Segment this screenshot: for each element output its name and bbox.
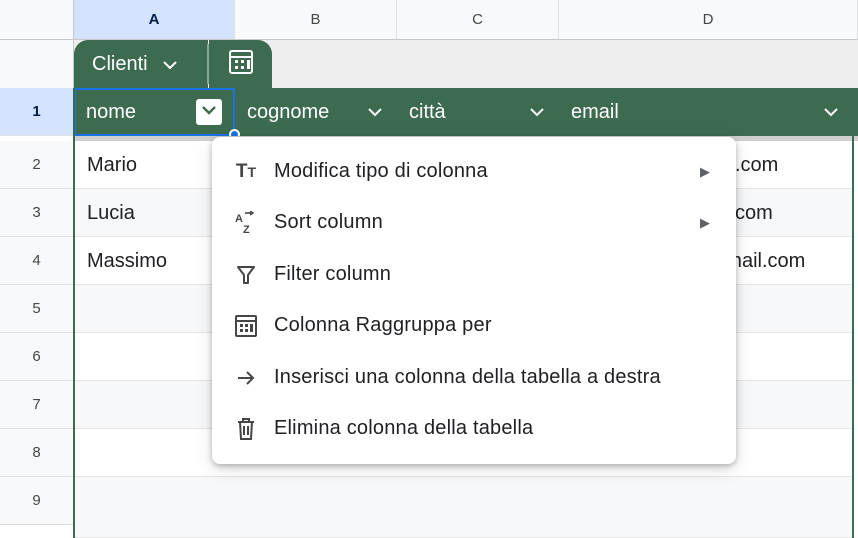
menu-item-edit-column-type[interactable]: TT Modifica tipo di colonna ▶ — [212, 146, 736, 197]
column-menu-button[interactable] — [196, 99, 222, 125]
chevron-down-icon — [201, 103, 217, 121]
menu-item-label: Modifica tipo di colonna — [274, 160, 488, 182]
cell-email[interactable]: com — [735, 189, 852, 237]
group-by-icon — [232, 313, 260, 339]
table-calculator-icon — [227, 48, 255, 81]
table-column-email[interactable]: email — [559, 88, 853, 136]
row-number: 1 — [32, 103, 41, 120]
row-header-7[interactable]: 7 — [0, 381, 74, 429]
chevron-down-icon — [162, 53, 178, 76]
menu-item-filter-column[interactable]: Filter column — [212, 249, 736, 300]
submenu-arrow-icon: ▶ — [700, 163, 710, 179]
row-number: 4 — [32, 252, 41, 269]
table-row — [75, 477, 853, 538]
row-header-5[interactable]: 5 — [0, 285, 74, 333]
row-header-2[interactable]: 2 — [0, 141, 74, 189]
table-column-citta[interactable]: città — [397, 88, 559, 136]
row-number: 2 — [32, 156, 41, 173]
row-number: 7 — [32, 396, 41, 413]
table-calculator-button[interactable] — [209, 40, 272, 88]
row-header-6[interactable]: 6 — [0, 333, 74, 381]
row-header-3[interactable]: 3 — [0, 189, 74, 237]
svg-text:A: A — [235, 213, 243, 225]
chevron-down-icon[interactable] — [529, 102, 545, 128]
menu-item-sort-column[interactable]: A Z Sort column ▶ — [212, 197, 736, 248]
table-name: Clienti — [92, 52, 148, 75]
column-header-label: A — [148, 11, 160, 28]
trash-icon — [232, 417, 260, 441]
column-name: cognome — [247, 100, 330, 123]
row-header-9[interactable]: 9 — [0, 477, 74, 525]
menu-item-insert-column-right[interactable]: Inserisci una colonna della tabella a de… — [212, 352, 736, 403]
filter-icon — [232, 264, 260, 286]
menu-item-label: Sort column — [274, 211, 383, 233]
menu-item-label: Elimina colonna della tabella — [274, 417, 534, 439]
svg-text:Z: Z — [243, 224, 250, 235]
submenu-arrow-icon: ▶ — [700, 214, 710, 230]
text-type-icon: TT — [235, 160, 257, 182]
table-border-left — [73, 88, 75, 538]
menu-item-label: Colonna Raggruppa per — [274, 314, 492, 336]
column-header-a[interactable]: A — [74, 0, 235, 40]
table-border-right — [852, 136, 854, 538]
column-header-c[interactable]: C — [397, 0, 559, 40]
row-header-8[interactable]: 8 — [0, 429, 74, 477]
arrow-right-icon — [232, 367, 260, 389]
column-header-b[interactable]: B — [235, 0, 397, 40]
column-name: email — [571, 100, 619, 123]
cell-email[interactable]: .com — [735, 141, 852, 189]
row-number: 3 — [32, 204, 41, 221]
row-number: 9 — [32, 492, 41, 509]
cell-nome[interactable]: Mario — [75, 141, 235, 189]
column-header-label: C — [472, 11, 483, 28]
select-all-corner[interactable] — [0, 0, 74, 40]
chevron-down-icon[interactable] — [823, 102, 839, 128]
row-header-4[interactable]: 4 — [0, 237, 74, 285]
sort-az-icon: A Z — [232, 210, 260, 235]
cell-nome[interactable]: Lucia — [75, 189, 235, 237]
menu-item-label: Inserisci una colonna della tabella a de… — [274, 366, 661, 388]
menu-item-label: Filter column — [274, 263, 392, 285]
column-header-label: D — [702, 11, 714, 28]
column-header-d[interactable]: D — [559, 0, 858, 40]
row-header-spacer — [0, 40, 74, 88]
row-number: 8 — [32, 444, 41, 461]
column-header-label: B — [310, 11, 321, 28]
table-column-cognome[interactable]: cognome — [235, 88, 397, 136]
cell-nome[interactable]: Massimo — [75, 237, 235, 285]
table-name-tab[interactable]: Clienti — [74, 40, 208, 88]
row-number: 6 — [32, 348, 41, 365]
row-header-1[interactable]: 1 — [0, 88, 74, 136]
column-name: città — [409, 100, 446, 123]
row-number: 5 — [32, 300, 41, 317]
chevron-down-icon[interactable] — [367, 102, 383, 128]
menu-item-group-by[interactable]: Colonna Raggruppa per — [212, 300, 736, 351]
menu-item-delete-column[interactable]: Elimina colonna della tabella — [212, 403, 736, 454]
